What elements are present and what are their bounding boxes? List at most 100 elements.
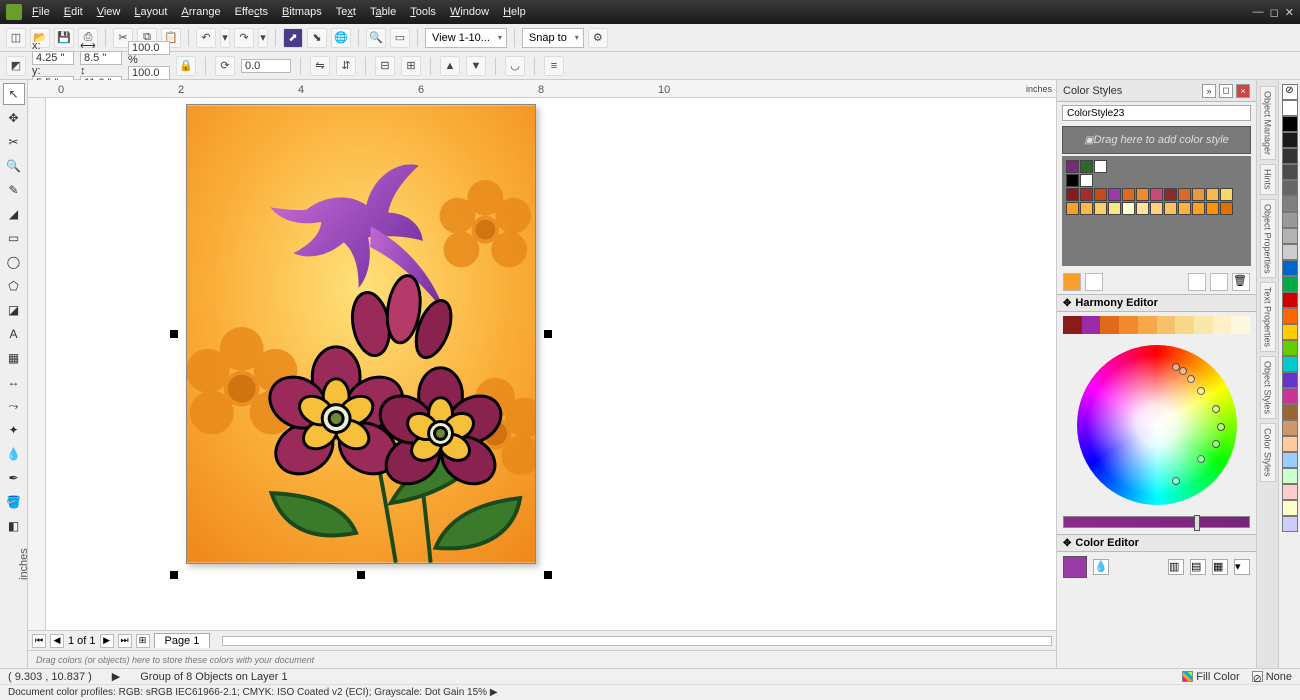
ungroup-all-button[interactable]: ⊞ bbox=[401, 56, 421, 76]
color-style-swatch[interactable] bbox=[1122, 202, 1135, 215]
pick-tool[interactable]: ↖ bbox=[3, 83, 25, 105]
harmony-swatch[interactable] bbox=[1082, 316, 1101, 334]
mirror-h-button[interactable]: ⇋ bbox=[310, 56, 330, 76]
palette-swatch[interactable] bbox=[1282, 164, 1298, 180]
color-style-swatch[interactable] bbox=[1108, 202, 1121, 215]
harmony-marker[interactable] bbox=[1212, 440, 1220, 448]
hue-thumb[interactable] bbox=[1194, 515, 1200, 531]
new-button[interactable]: ◫ bbox=[6, 28, 26, 48]
zoom-levels-button[interactable]: 🔍 bbox=[366, 28, 386, 48]
docker-collapse-icon[interactable]: » bbox=[1202, 84, 1216, 98]
menu-bitmaps[interactable]: Bitmaps bbox=[282, 6, 322, 18]
docker-tab[interactable]: Text Properties bbox=[1260, 282, 1276, 352]
harmony-swatch[interactable] bbox=[1063, 316, 1082, 334]
palette-swatch[interactable] bbox=[1282, 468, 1298, 484]
color-style-swatch[interactable] bbox=[1066, 188, 1079, 201]
width-field[interactable]: 8.5 " bbox=[80, 51, 122, 65]
palette-swatch[interactable] bbox=[1282, 276, 1298, 292]
undo-drop-icon[interactable]: ▾ bbox=[220, 28, 230, 48]
fill-tool[interactable]: 🪣 bbox=[3, 491, 25, 513]
harmony-marker[interactable] bbox=[1212, 405, 1220, 413]
menu-layout[interactable]: Layout bbox=[134, 6, 167, 18]
add-page-button[interactable]: ⊞ bbox=[136, 634, 150, 648]
palette-swatch[interactable] bbox=[1282, 324, 1298, 340]
harmony-marker[interactable] bbox=[1179, 367, 1187, 375]
color-model-button-3[interactable]: ▦ bbox=[1212, 559, 1228, 575]
color-style-swatch[interactable] bbox=[1094, 188, 1107, 201]
color-style-swatch[interactable] bbox=[1080, 174, 1093, 187]
color-wheel[interactable] bbox=[1063, 340, 1250, 510]
shape-tool[interactable]: ✥ bbox=[3, 107, 25, 129]
palette-swatch[interactable] bbox=[1282, 452, 1298, 468]
harmony-swatch[interactable] bbox=[1213, 316, 1232, 334]
page-tab[interactable]: Page 1 bbox=[154, 633, 211, 648]
options-button[interactable]: ⚙ bbox=[588, 28, 608, 48]
scale-y-field[interactable]: 100.0 bbox=[128, 66, 170, 80]
no-color-swatch[interactable]: ⊘ bbox=[1282, 84, 1298, 100]
harmony-marker[interactable] bbox=[1197, 387, 1205, 395]
color-style-swatch[interactable] bbox=[1150, 188, 1163, 201]
color-style-name-input[interactable] bbox=[1062, 105, 1251, 121]
palette-swatch[interactable] bbox=[1282, 436, 1298, 452]
color-style-swatch[interactable] bbox=[1178, 188, 1191, 201]
docker-tab[interactable]: Object Styles bbox=[1260, 356, 1276, 419]
color-style-swatch[interactable] bbox=[1108, 188, 1121, 201]
vertical-ruler[interactable]: inches bbox=[28, 98, 46, 630]
harmony-swatch[interactable] bbox=[1231, 316, 1250, 334]
harmony-editor-header[interactable]: ✥ Harmony Editor bbox=[1057, 294, 1256, 312]
docker-close-icon[interactable]: × bbox=[1236, 84, 1250, 98]
docker-float-icon[interactable]: ◻ bbox=[1219, 84, 1233, 98]
scale-x-field[interactable]: 100.0 bbox=[128, 41, 170, 55]
mirror-v-button[interactable]: ⇵ bbox=[336, 56, 356, 76]
snap-to-dropdown[interactable]: Snap to bbox=[522, 28, 584, 48]
palette-swatch[interactable] bbox=[1282, 484, 1298, 500]
harmony-swatch[interactable] bbox=[1100, 316, 1119, 334]
maximize-icon[interactable]: ◻ bbox=[1270, 6, 1279, 19]
color-style-swatch[interactable] bbox=[1066, 202, 1079, 215]
merge-button[interactable] bbox=[1188, 273, 1206, 291]
docker-tab[interactable]: Object Manager bbox=[1260, 86, 1276, 160]
ungroup-button[interactable]: ⊟ bbox=[375, 56, 395, 76]
prev-page-button[interactable]: ◀ bbox=[50, 634, 64, 648]
color-style-swatch[interactable] bbox=[1094, 202, 1107, 215]
dimension-tool[interactable]: ↔ bbox=[3, 371, 25, 393]
color-style-swatch[interactable] bbox=[1178, 202, 1191, 215]
palette-swatch[interactable] bbox=[1282, 516, 1298, 532]
color-style-swatch[interactable] bbox=[1220, 188, 1233, 201]
palette-swatch[interactable] bbox=[1282, 196, 1298, 212]
interactive-fill-tool[interactable]: ◧ bbox=[3, 515, 25, 537]
docker-tab[interactable]: Hints bbox=[1260, 164, 1276, 195]
menu-view[interactable]: View bbox=[97, 6, 121, 18]
harmony-strip[interactable] bbox=[1063, 316, 1250, 334]
delete-style-button[interactable]: 🗑 bbox=[1232, 273, 1250, 291]
new-color-style-button[interactable] bbox=[1063, 273, 1081, 291]
menu-help[interactable]: Help bbox=[503, 6, 526, 18]
palette-swatch[interactable] bbox=[1282, 148, 1298, 164]
harmony-marker[interactable] bbox=[1197, 455, 1205, 463]
color-style-swatch[interactable] bbox=[1066, 174, 1079, 187]
harmony-marker[interactable] bbox=[1187, 375, 1195, 383]
palette-swatch[interactable] bbox=[1282, 260, 1298, 276]
angle-field[interactable]: 0.0 bbox=[241, 59, 291, 73]
color-model-button-2[interactable]: ▤ bbox=[1190, 559, 1206, 575]
palette-swatch[interactable] bbox=[1282, 388, 1298, 404]
palette-swatch[interactable] bbox=[1282, 228, 1298, 244]
break-link-button[interactable] bbox=[1210, 273, 1228, 291]
color-style-swatch[interactable] bbox=[1136, 188, 1149, 201]
document-color-tray[interactable]: Drag colors (or objects) here to store t… bbox=[28, 650, 1056, 668]
palette-swatch[interactable] bbox=[1282, 340, 1298, 356]
lock-ratio-button[interactable]: 🔒 bbox=[176, 56, 196, 76]
fullscreen-button[interactable]: ▭ bbox=[390, 28, 410, 48]
docker-tab[interactable]: Object Properties bbox=[1260, 199, 1276, 279]
eyedropper-button[interactable]: 💧 bbox=[1093, 559, 1109, 575]
color-style-swatch[interactable] bbox=[1164, 188, 1177, 201]
interactive-tool[interactable]: ✦ bbox=[3, 419, 25, 441]
harmony-swatch[interactable] bbox=[1175, 316, 1194, 334]
canvas[interactable] bbox=[46, 98, 1056, 630]
palette-swatch[interactable] bbox=[1282, 244, 1298, 260]
wrap-text-button[interactable]: ≡ bbox=[544, 56, 564, 76]
basic-shapes-tool[interactable]: ◪ bbox=[3, 299, 25, 321]
harmony-marker[interactable] bbox=[1172, 363, 1180, 371]
color-editor-header[interactable]: ✥ Color Editor bbox=[1057, 534, 1256, 552]
pos-x-field[interactable]: 4.25 " bbox=[32, 51, 74, 65]
